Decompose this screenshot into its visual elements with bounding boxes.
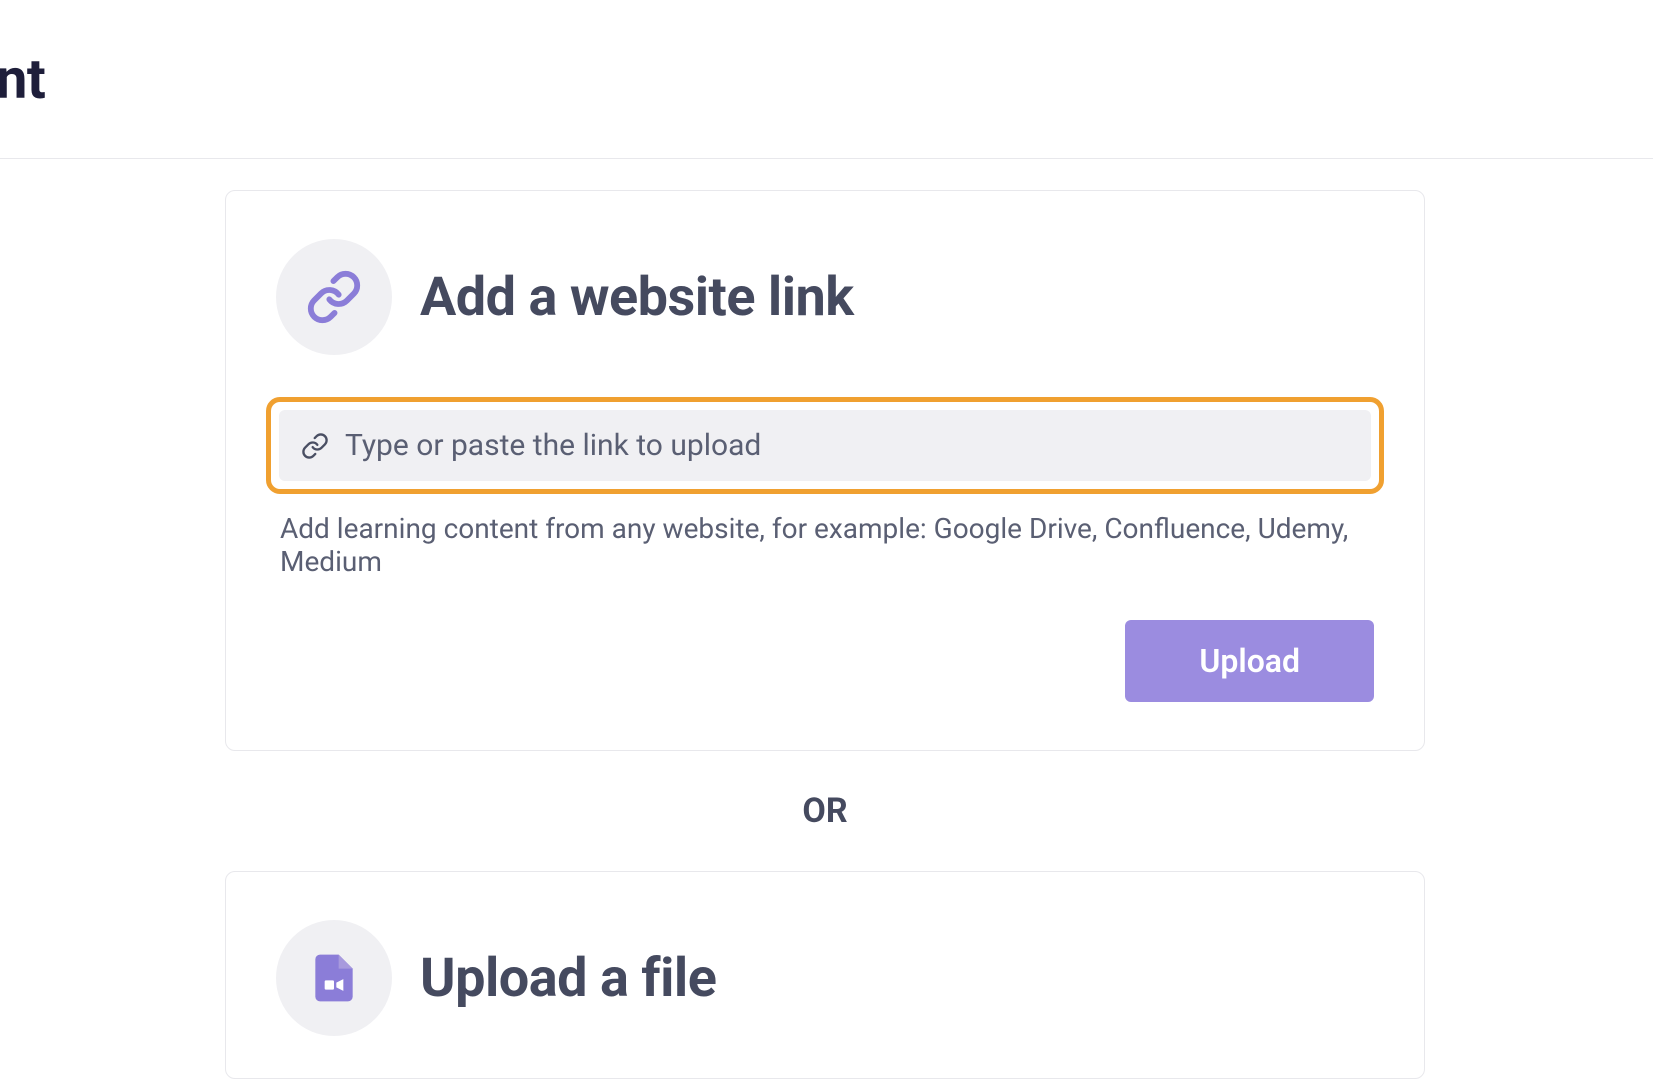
link-icon [306, 269, 362, 325]
link-icon-circle [276, 239, 392, 355]
or-separator: OR [225, 791, 1425, 831]
link-input-icon [301, 432, 329, 460]
upload-file-card: Upload a file [225, 871, 1425, 1079]
header-divider [0, 158, 1653, 159]
button-row: Upload [276, 620, 1374, 702]
link-helper-text: Add learning content from any website, f… [280, 512, 1374, 578]
upload-file-title: Upload a file [420, 947, 716, 1010]
upload-link-button[interactable]: Upload [1125, 620, 1374, 702]
add-link-title: Add a website link [420, 266, 854, 329]
main-content: Add a website link Add learning content … [225, 190, 1425, 1079]
file-card-header: Upload a file [276, 920, 1374, 1036]
link-input[interactable] [345, 428, 1349, 463]
card-header: Add a website link [276, 239, 1374, 355]
input-highlight [266, 397, 1384, 494]
add-link-card: Add a website link Add learning content … [225, 190, 1425, 751]
page-title: nt [0, 46, 45, 112]
file-icon-circle [276, 920, 392, 1036]
link-input-container[interactable] [279, 410, 1371, 481]
file-video-icon [306, 950, 362, 1006]
